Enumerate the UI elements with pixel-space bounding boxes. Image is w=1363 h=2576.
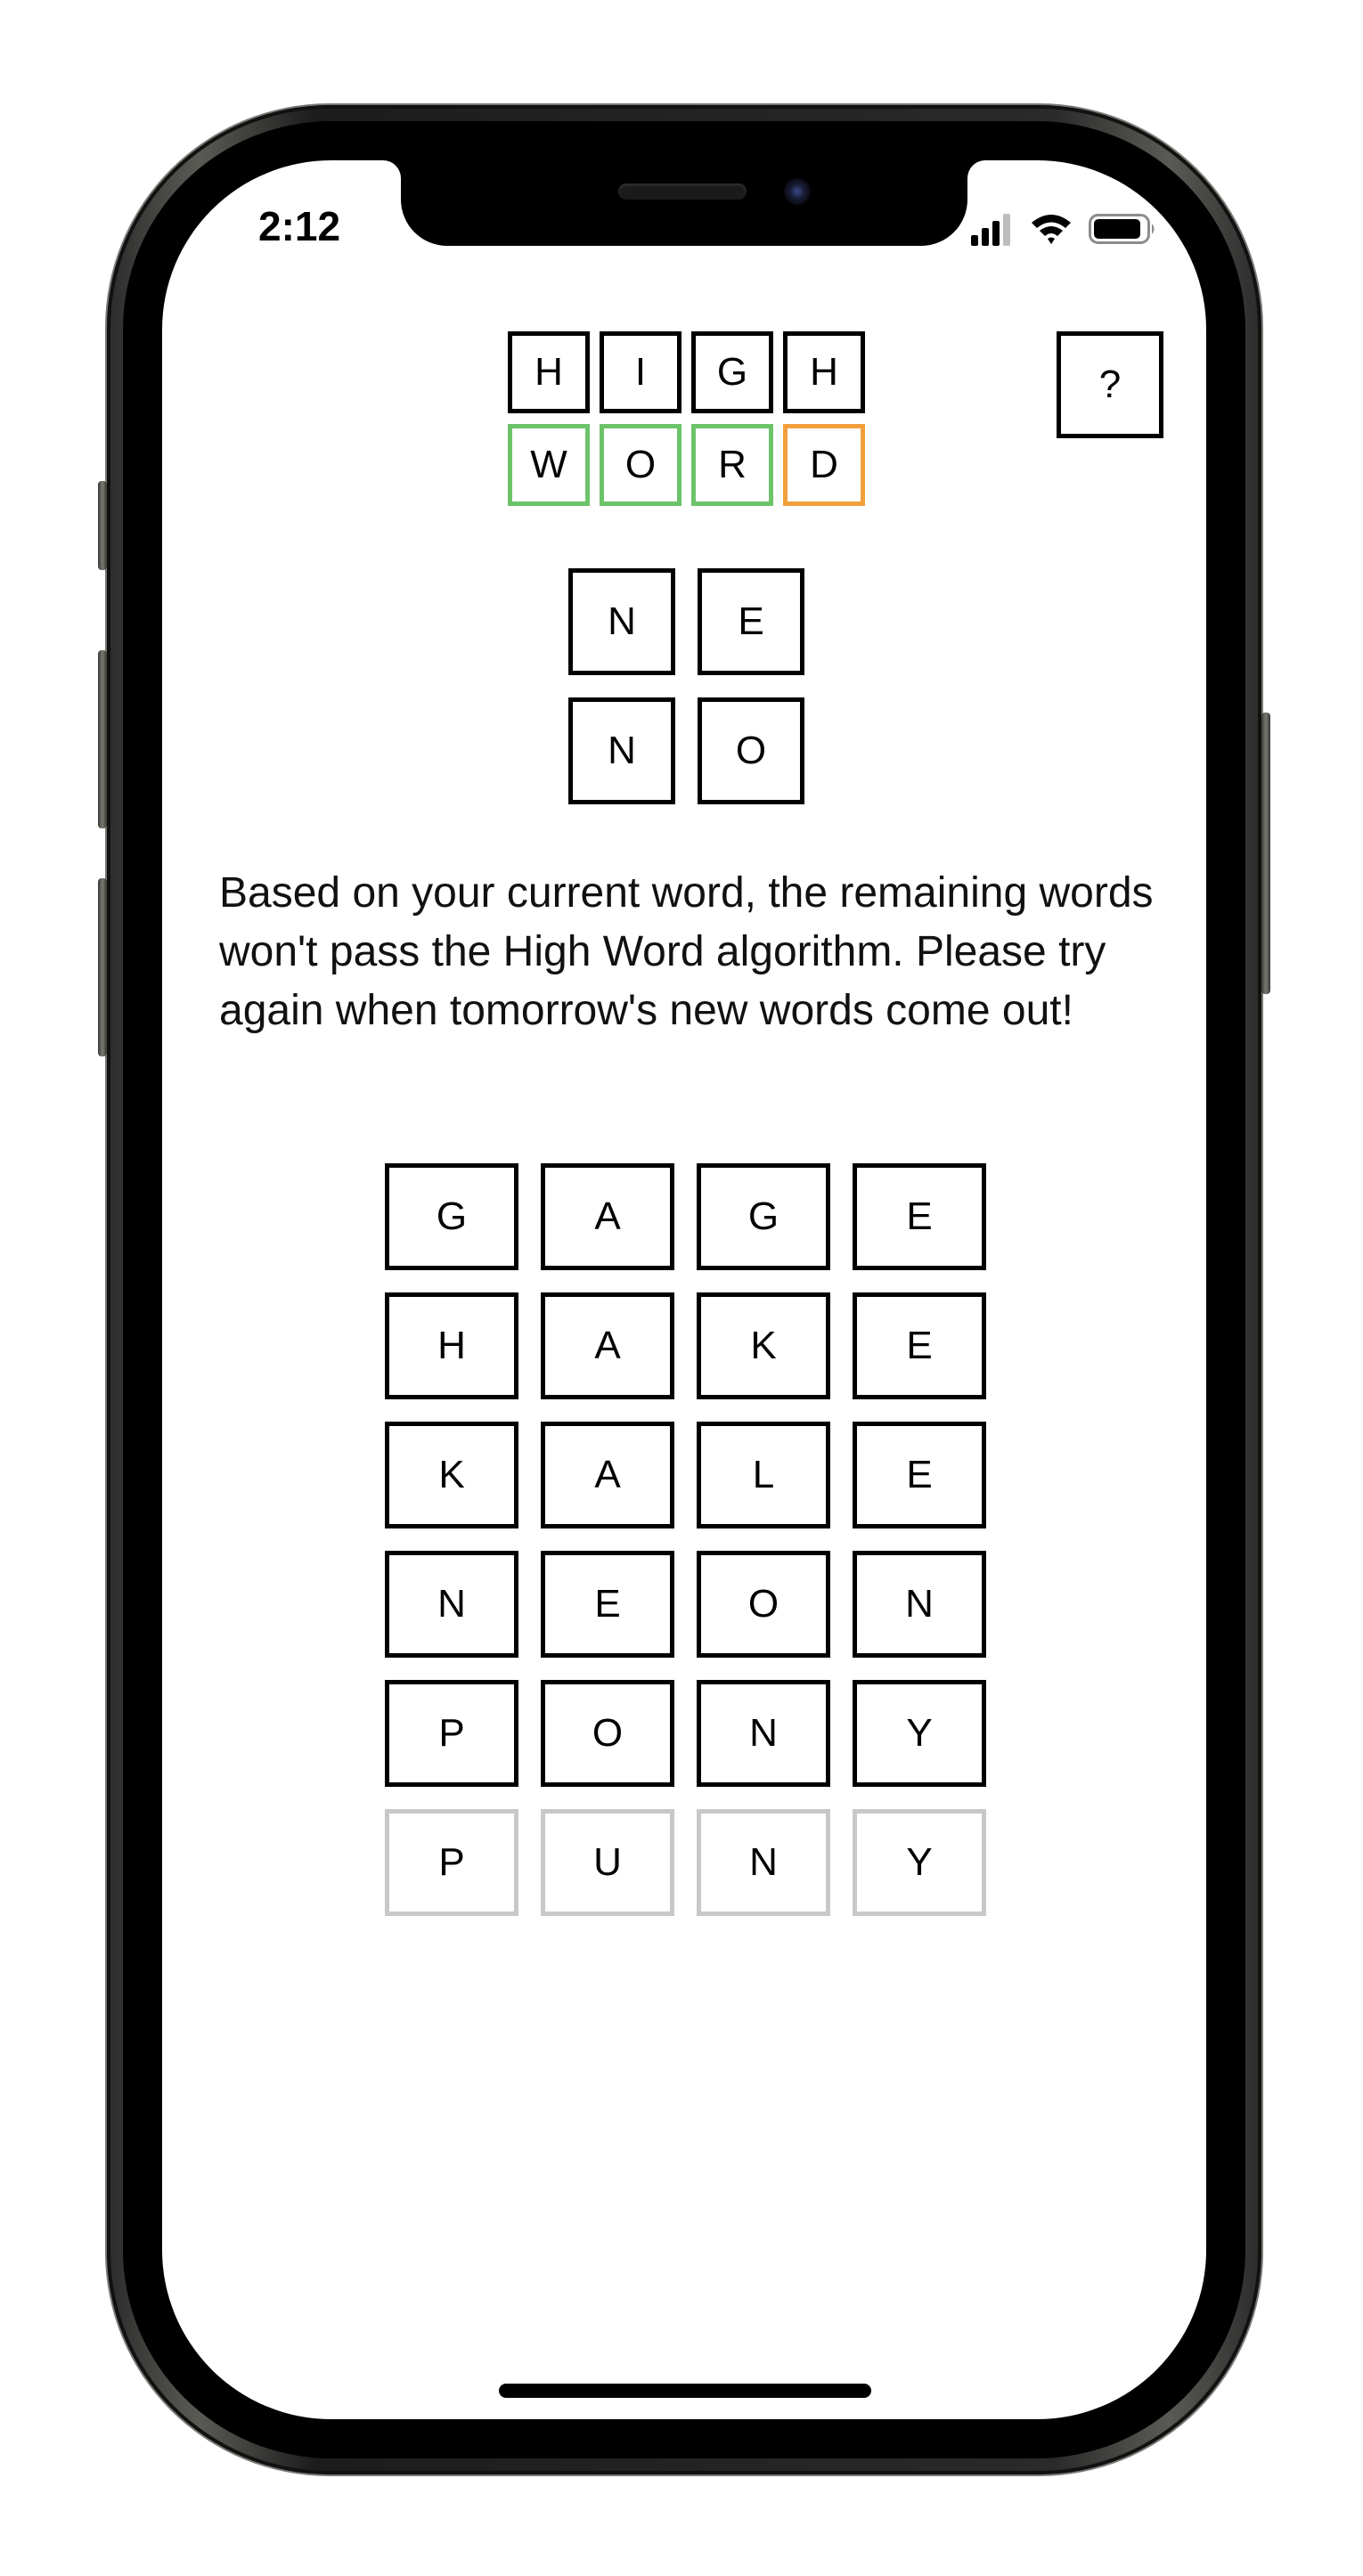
word-tile: L — [697, 1422, 830, 1528]
logo-tile-h1: H — [508, 331, 590, 413]
status-icons — [971, 210, 1158, 248]
home-indicator[interactable] — [499, 2384, 871, 2398]
volume-up-button — [98, 650, 107, 828]
word-tile: K — [697, 1292, 830, 1399]
word-tile-inactive: U — [541, 1809, 674, 1916]
mute-switch — [98, 481, 107, 570]
word-tile: G — [385, 1163, 518, 1270]
status-message: Based on your current word, the remainin… — [219, 869, 1154, 1034]
word-tile: A — [541, 1422, 674, 1528]
screen — [162, 160, 1206, 2419]
logo-tile-r: R — [691, 424, 773, 506]
word-tile: E — [541, 1551, 674, 1658]
cellular-signal-icon — [971, 214, 1010, 246]
word-tile-inactive: Y — [853, 1809, 986, 1916]
word-tile: G — [697, 1163, 830, 1270]
word-tile: N — [853, 1551, 986, 1658]
word-tile-inactive: N — [697, 1809, 830, 1916]
word-tile: N — [385, 1551, 518, 1658]
word-tile: H — [385, 1292, 518, 1399]
logo-tile-i: I — [600, 331, 682, 413]
word-tile: A — [541, 1163, 674, 1270]
logo-tile-g: G — [691, 331, 773, 413]
word-tile: A — [541, 1292, 674, 1399]
help-button[interactable]: ? — [1057, 331, 1163, 438]
word-tile: E — [853, 1292, 986, 1399]
word-tile-inactive: P — [385, 1809, 518, 1916]
word-tile: E — [853, 1163, 986, 1270]
notch — [401, 160, 967, 246]
word-tile: K — [385, 1422, 518, 1528]
current-word-tile-4: O — [698, 697, 804, 804]
power-button — [1261, 713, 1270, 994]
word-tile: O — [697, 1551, 830, 1658]
current-word-tile-1: N — [568, 568, 675, 675]
volume-down-button — [98, 878, 107, 1056]
logo-tile-d: D — [783, 424, 865, 506]
word-tile: O — [541, 1680, 674, 1787]
notch-corner-right — [967, 160, 985, 178]
logo-tile-h2: H — [783, 331, 865, 413]
front-camera — [784, 178, 811, 205]
logo-tile-o: O — [600, 424, 682, 506]
logo-tile-w: W — [508, 424, 590, 506]
word-tile: E — [853, 1422, 986, 1528]
battery-icon — [1089, 214, 1155, 244]
word-tile: Y — [853, 1680, 986, 1787]
word-tile: P — [385, 1680, 518, 1787]
current-word-tile-3: N — [568, 697, 675, 804]
status-time: 2:12 — [258, 203, 341, 249]
word-tile: N — [697, 1680, 830, 1787]
earpiece-speaker — [618, 183, 747, 200]
notch-corner-left — [383, 160, 401, 178]
current-word-tile-2: E — [698, 568, 804, 675]
wifi-icon — [1032, 215, 1071, 244]
